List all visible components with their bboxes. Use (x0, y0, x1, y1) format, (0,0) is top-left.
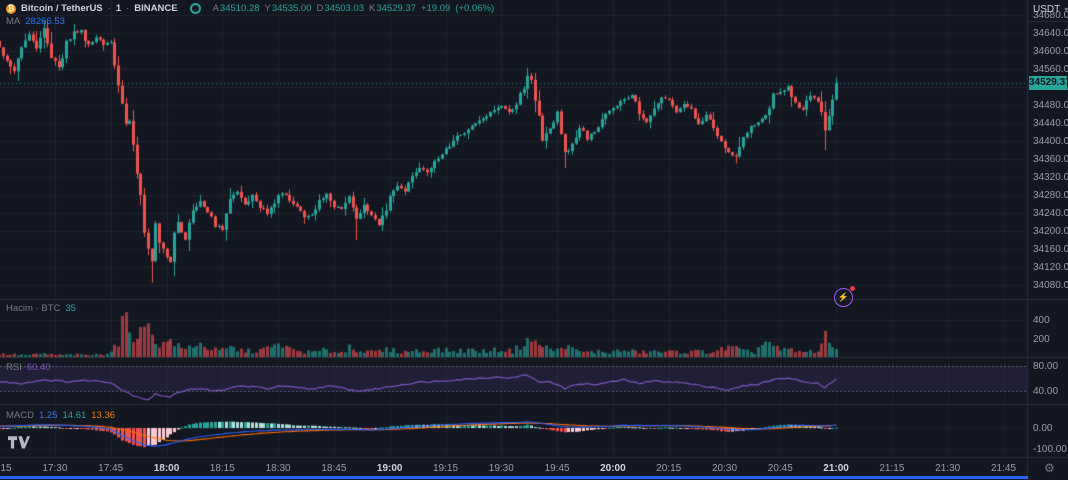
symbol-legend[interactable]: ₿ Bitcoin / TetherUS · 1 · BINANCE A3451… (6, 3, 494, 14)
price-tick-label: 34280.00 (1033, 190, 1068, 201)
price-tick-label: 34120.00 (1033, 262, 1068, 273)
exchange-label[interactable]: BINANCE (134, 3, 177, 14)
low-label: D (317, 3, 324, 14)
price-tick-label: 34480.00 (1033, 100, 1068, 111)
time-tick-label: 19:45 (537, 463, 577, 474)
settings-icon[interactable]: ⚙ (1044, 461, 1055, 475)
trading-chart: ₿ Bitcoin / TetherUS · 1 · BINANCE A3451… (0, 0, 1068, 480)
last-price-tag: 34529.37 (1029, 76, 1067, 90)
tradingview-logo[interactable] (8, 436, 30, 457)
separator: · (126, 3, 129, 14)
rsi-label: RSI (6, 362, 22, 373)
volume-label: Hacim · BTC (6, 303, 60, 314)
chart-canvas[interactable] (0, 0, 1068, 480)
volume-tick-label: 200 (1033, 334, 1050, 345)
change-value: +19.09 (421, 3, 450, 14)
time-tick-label: 17:15 (0, 463, 19, 474)
time-tick-label: 18:30 (258, 463, 298, 474)
high-value: 34535.00 (272, 3, 312, 14)
price-tick-label: 34600.00 (1033, 46, 1068, 57)
price-tick-label: 34360.00 (1033, 154, 1068, 165)
separator: · (108, 3, 111, 14)
macd-legend[interactable]: MACD 1.25 14.61 13.36 (6, 410, 115, 421)
time-tick-label: 18:15 (202, 463, 242, 474)
price-tick-label: 34160.00 (1033, 244, 1068, 255)
macd-value-2: 14.61 (62, 410, 86, 421)
volume-tick-label: 400 (1033, 315, 1050, 326)
price-tick-label: 34200.00 (1033, 226, 1068, 237)
time-tick-label: 17:30 (35, 463, 75, 474)
ma-label: MA (6, 16, 20, 27)
volume-value: 35 (65, 303, 76, 314)
open-label: A (213, 3, 219, 14)
price-axis[interactable]: USDT ▾ 34680.0034640.0034600.0034560.003… (1028, 0, 1068, 458)
macd-tick-label: -100.00 (1033, 444, 1067, 455)
currency-label: USDT (1033, 4, 1060, 15)
boost-icon[interactable]: ⚡ (834, 288, 853, 307)
market-status-icon[interactable] (190, 3, 201, 14)
price-tick-label: 34320.00 (1033, 172, 1068, 183)
rsi-tick-label: 80.00 (1033, 361, 1058, 372)
time-tick-label: 19:30 (481, 463, 521, 474)
change-percent: (+0.06%) (455, 3, 494, 14)
price-tick-label: 34440.00 (1033, 118, 1068, 129)
macd-label: MACD (6, 410, 34, 421)
macd-tick-label: 0.00 (1033, 423, 1052, 434)
price-tick-label: 34400.00 (1033, 136, 1068, 147)
time-tick-label: 20:45 (760, 463, 800, 474)
low-value: 34503.03 (324, 3, 364, 14)
time-tick-label: 21:30 (928, 463, 968, 474)
price-tick-label: 34080.00 (1033, 280, 1068, 291)
price-tick-label: 34240.00 (1033, 208, 1068, 219)
time-tick-label: 19:15 (426, 463, 466, 474)
rsi-tick-label: 40.00 (1033, 386, 1058, 397)
scrollbar[interactable] (0, 476, 1028, 479)
symbol-title[interactable]: Bitcoin / TetherUS (21, 3, 103, 14)
time-tick-label: 17:45 (91, 463, 131, 474)
high-label: Y (265, 3, 271, 14)
time-tick-label: 21:00 (816, 463, 856, 474)
volume-legend[interactable]: Hacim · BTC 35 (6, 303, 76, 314)
ma-legend[interactable]: MA 28266.53 (6, 16, 65, 27)
chevron-down-icon: ▾ (1064, 5, 1068, 14)
bitcoin-icon: ₿ (6, 4, 16, 14)
open-value: 34510.28 (220, 3, 260, 14)
rsi-legend[interactable]: RSI 60.40 (6, 362, 51, 373)
close-label: K (369, 3, 375, 14)
notification-dot (850, 286, 855, 291)
interval-label[interactable]: 1 (116, 3, 121, 14)
rsi-value: 60.40 (27, 362, 51, 373)
price-tick-label: 34560.00 (1033, 64, 1068, 75)
ma-value: 28266.53 (25, 16, 65, 27)
macd-value-3: 13.36 (91, 410, 115, 421)
time-tick-label: 20:15 (649, 463, 689, 474)
time-tick-label: 21:15 (872, 463, 912, 474)
time-tick-label: 18:00 (147, 463, 187, 474)
time-tick-label: 20:00 (593, 463, 633, 474)
time-tick-label: 19:00 (370, 463, 410, 474)
price-tick-label: 34640.00 (1033, 28, 1068, 39)
time-tick-label: 20:30 (705, 463, 745, 474)
time-tick-label: 18:45 (314, 463, 354, 474)
time-tick-label: 21:45 (984, 463, 1024, 474)
macd-value-1: 1.25 (39, 410, 58, 421)
close-value: 34529.37 (376, 3, 416, 14)
currency-header[interactable]: USDT ▾ (1033, 4, 1068, 15)
